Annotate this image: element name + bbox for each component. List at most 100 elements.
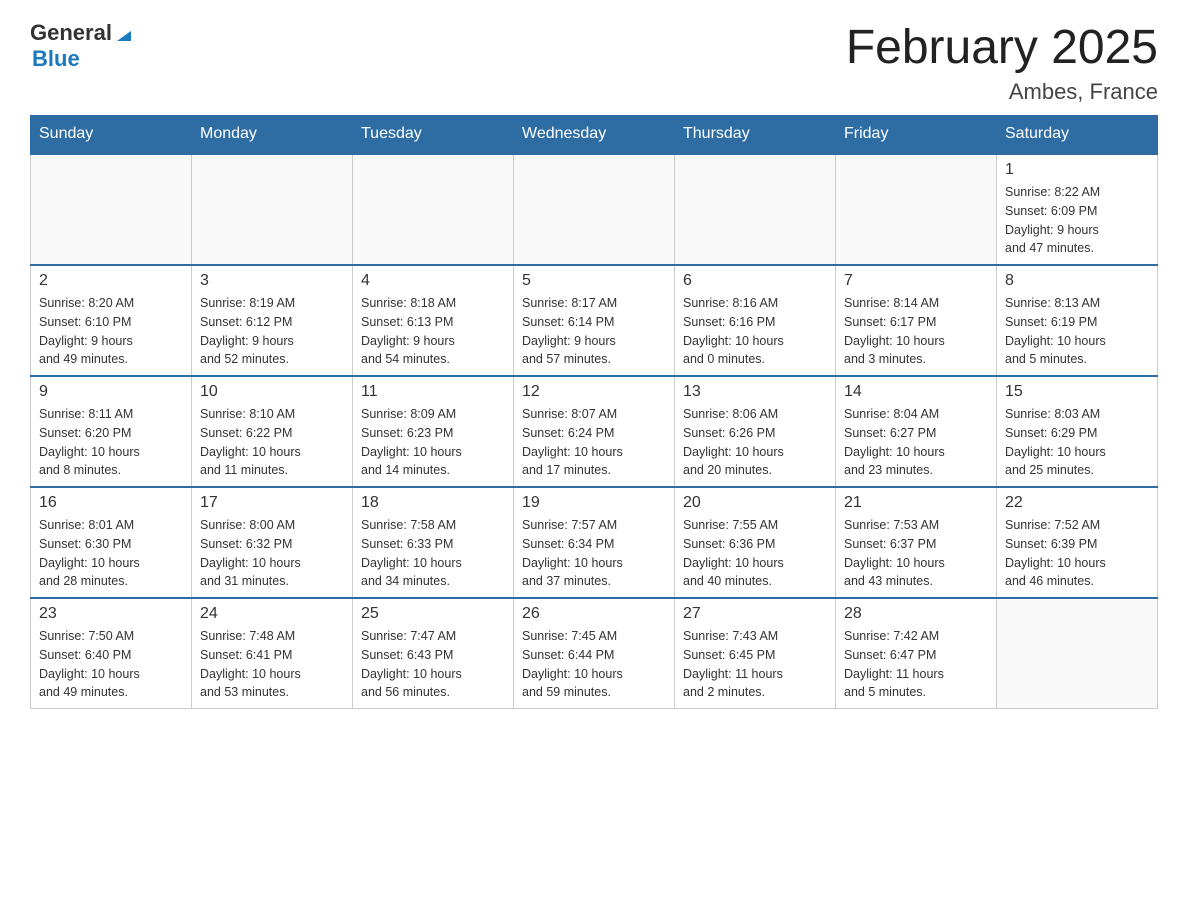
day-info: Sunrise: 7:50 AM Sunset: 6:40 PM Dayligh… [39, 627, 183, 702]
calendar-day-cell: 17Sunrise: 8:00 AM Sunset: 6:32 PM Dayli… [192, 487, 353, 598]
day-info: Sunrise: 8:19 AM Sunset: 6:12 PM Dayligh… [200, 294, 344, 369]
calendar-day-cell: 3 Sunrise: 8:19 AM Sunset: 6:12 PM Daylig… [192, 265, 353, 376]
day-info: Sunrise: 7:53 AM Sunset: 6:37 PM Dayligh… [844, 516, 988, 591]
calendar-week-row: 2 Sunrise: 8:20 AM Sunset: 6:10 PM Daylig… [31, 265, 1158, 376]
day-number: 11 [361, 383, 505, 401]
page-header: General Blue February 2025 Ambes, France [30, 20, 1158, 105]
calendar-day-cell: 28Sunrise: 7:42 AM Sunset: 6:47 PM Dayli… [836, 598, 997, 709]
title-section: February 2025 Ambes, France [846, 20, 1158, 105]
logo-blue-text: Blue [32, 46, 80, 71]
calendar-day-cell: 26 Sunrise: 7:45 AM Sunset: 6:44 PM Dayli… [514, 598, 675, 709]
day-number: 16 [39, 494, 183, 512]
calendar-day-cell: 22 Sunrise: 7:52 AM Sunset: 6:39 PM Dayli… [997, 487, 1158, 598]
calendar-day-cell: 15 Sunrise: 8:03 AM Sunset: 6:29 PM Dayli… [997, 376, 1158, 487]
calendar-day-cell [675, 154, 836, 265]
calendar-week-row: 16 Sunrise: 8:01 AM Sunset: 6:30 PM Dayli… [31, 487, 1158, 598]
day-number: 21 [844, 494, 988, 512]
calendar-day-cell: 5 Sunrise: 8:17 AM Sunset: 6:14 PM Daylig… [514, 265, 675, 376]
calendar-day-cell: 8Sunrise: 8:13 AM Sunset: 6:19 PM Daylig… [997, 265, 1158, 376]
calendar-week-row: 9 Sunrise: 8:11 AM Sunset: 6:20 PM Daylig… [31, 376, 1158, 487]
day-number: 19 [522, 494, 666, 512]
calendar-header-row: SundayMondayTuesdayWednesdayThursdayFrid… [31, 115, 1158, 154]
day-number: 14 [844, 383, 988, 401]
day-info: Sunrise: 8:14 AM Sunset: 6:17 PM Dayligh… [844, 294, 988, 369]
calendar-day-cell: 13Sunrise: 8:06 AM Sunset: 6:26 PM Dayli… [675, 376, 836, 487]
day-info: Sunrise: 8:16 AM Sunset: 6:16 PM Dayligh… [683, 294, 827, 369]
calendar-subtitle: Ambes, France [846, 79, 1158, 105]
calendar-day-cell: 11 Sunrise: 8:09 AM Sunset: 6:23 PM Dayli… [353, 376, 514, 487]
day-info: Sunrise: 7:43 AM Sunset: 6:45 PM Dayligh… [683, 627, 827, 702]
day-info: Sunrise: 8:11 AM Sunset: 6:20 PM Dayligh… [39, 405, 183, 480]
day-info: Sunrise: 7:48 AM Sunset: 6:41 PM Dayligh… [200, 627, 344, 702]
day-info: Sunrise: 7:55 AM Sunset: 6:36 PM Dayligh… [683, 516, 827, 591]
column-header-friday: Friday [836, 115, 997, 154]
day-number: 2 [39, 272, 183, 290]
calendar-day-cell: 25 Sunrise: 7:47 AM Sunset: 6:43 PM Dayli… [353, 598, 514, 709]
day-number: 6 [683, 272, 827, 290]
column-header-thursday: Thursday [675, 115, 836, 154]
calendar-day-cell: 2 Sunrise: 8:20 AM Sunset: 6:10 PM Daylig… [31, 265, 192, 376]
calendar-day-cell [997, 598, 1158, 709]
calendar-day-cell: 20 Sunrise: 7:55 AM Sunset: 6:36 PM Dayli… [675, 487, 836, 598]
day-info: Sunrise: 8:06 AM Sunset: 6:26 PM Dayligh… [683, 405, 827, 480]
day-number: 22 [1005, 494, 1149, 512]
column-header-saturday: Saturday [997, 115, 1158, 154]
calendar-title: February 2025 [846, 20, 1158, 75]
calendar-day-cell: 12 Sunrise: 8:07 AM Sunset: 6:24 PM Dayli… [514, 376, 675, 487]
day-info: Sunrise: 8:09 AM Sunset: 6:23 PM Dayligh… [361, 405, 505, 480]
calendar-day-cell: 4Sunrise: 8:18 AM Sunset: 6:13 PM Daylig… [353, 265, 514, 376]
day-info: Sunrise: 7:45 AM Sunset: 6:44 PM Dayligh… [522, 627, 666, 702]
day-number: 20 [683, 494, 827, 512]
logo-general-text: General [30, 20, 112, 46]
day-number: 5 [522, 272, 666, 290]
day-info: Sunrise: 8:03 AM Sunset: 6:29 PM Dayligh… [1005, 405, 1149, 480]
calendar-day-cell: 21 Sunrise: 7:53 AM Sunset: 6:37 PM Dayli… [836, 487, 997, 598]
day-info: Sunrise: 8:13 AM Sunset: 6:19 PM Dayligh… [1005, 294, 1149, 369]
day-info: Sunrise: 7:52 AM Sunset: 6:39 PM Dayligh… [1005, 516, 1149, 591]
day-number: 10 [200, 383, 344, 401]
calendar-day-cell: 7 Sunrise: 8:14 AM Sunset: 6:17 PM Daylig… [836, 265, 997, 376]
logo: General Blue [30, 20, 135, 72]
calendar-day-cell: 18Sunrise: 7:58 AM Sunset: 6:33 PM Dayli… [353, 487, 514, 598]
day-number: 24 [200, 605, 344, 623]
column-header-sunday: Sunday [31, 115, 192, 154]
day-number: 26 [522, 605, 666, 623]
calendar-day-cell [836, 154, 997, 265]
logo-line2: Blue [32, 46, 80, 72]
day-info: Sunrise: 8:17 AM Sunset: 6:14 PM Dayligh… [522, 294, 666, 369]
column-header-tuesday: Tuesday [353, 115, 514, 154]
calendar-day-cell: 24 Sunrise: 7:48 AM Sunset: 6:41 PM Dayli… [192, 598, 353, 709]
day-number: 3 [200, 272, 344, 290]
day-number: 1 [1005, 161, 1149, 179]
day-info: Sunrise: 8:07 AM Sunset: 6:24 PM Dayligh… [522, 405, 666, 480]
day-number: 7 [844, 272, 988, 290]
calendar-day-cell: 16 Sunrise: 8:01 AM Sunset: 6:30 PM Dayli… [31, 487, 192, 598]
calendar-day-cell: 27Sunrise: 7:43 AM Sunset: 6:45 PM Dayli… [675, 598, 836, 709]
day-info: Sunrise: 8:10 AM Sunset: 6:22 PM Dayligh… [200, 405, 344, 480]
day-info: Sunrise: 8:01 AM Sunset: 6:30 PM Dayligh… [39, 516, 183, 591]
day-number: 15 [1005, 383, 1149, 401]
logo-line1: General [30, 20, 135, 46]
day-number: 4 [361, 272, 505, 290]
calendar-table: SundayMondayTuesdayWednesdayThursdayFrid… [30, 115, 1158, 709]
day-info: Sunrise: 7:57 AM Sunset: 6:34 PM Dayligh… [522, 516, 666, 591]
logo-triangle-icon [113, 23, 135, 45]
day-number: 25 [361, 605, 505, 623]
calendar-day-cell: 9 Sunrise: 8:11 AM Sunset: 6:20 PM Daylig… [31, 376, 192, 487]
calendar-day-cell: 6 Sunrise: 8:16 AM Sunset: 6:16 PM Daylig… [675, 265, 836, 376]
calendar-day-cell: 23 Sunrise: 7:50 AM Sunset: 6:40 PM Dayli… [31, 598, 192, 709]
calendar-week-row: 1 Sunrise: 8:22 AM Sunset: 6:09 PM Daylig… [31, 154, 1158, 265]
calendar-day-cell [192, 154, 353, 265]
day-number: 9 [39, 383, 183, 401]
calendar-day-cell [31, 154, 192, 265]
day-number: 17 [200, 494, 344, 512]
day-info: Sunrise: 8:20 AM Sunset: 6:10 PM Dayligh… [39, 294, 183, 369]
day-info: Sunrise: 7:47 AM Sunset: 6:43 PM Dayligh… [361, 627, 505, 702]
day-number: 23 [39, 605, 183, 623]
day-info: Sunrise: 8:22 AM Sunset: 6:09 PM Dayligh… [1005, 183, 1149, 258]
day-number: 12 [522, 383, 666, 401]
calendar-day-cell: 1 Sunrise: 8:22 AM Sunset: 6:09 PM Daylig… [997, 154, 1158, 265]
day-info: Sunrise: 7:58 AM Sunset: 6:33 PM Dayligh… [361, 516, 505, 591]
column-header-monday: Monday [192, 115, 353, 154]
day-info: Sunrise: 7:42 AM Sunset: 6:47 PM Dayligh… [844, 627, 988, 702]
